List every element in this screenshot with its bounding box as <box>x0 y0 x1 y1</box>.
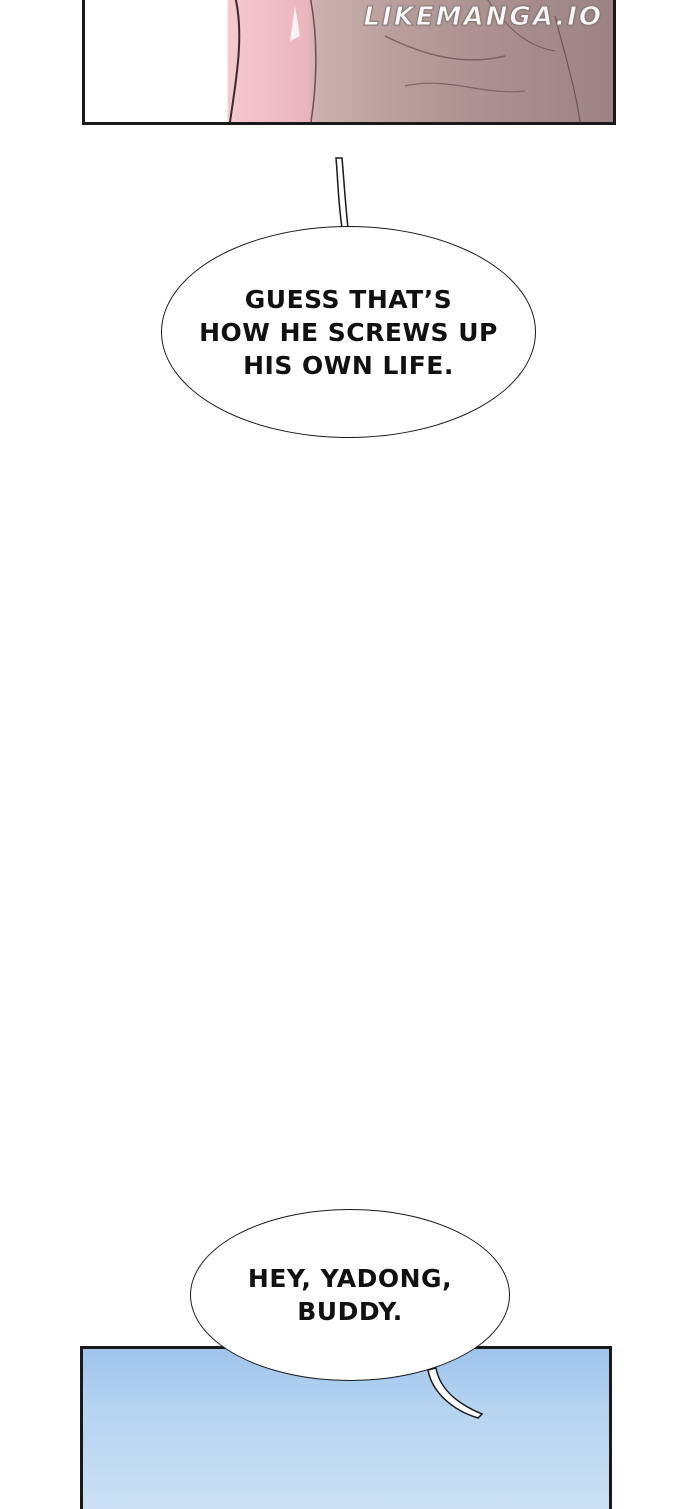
speech-tail-2 <box>427 1367 484 1419</box>
